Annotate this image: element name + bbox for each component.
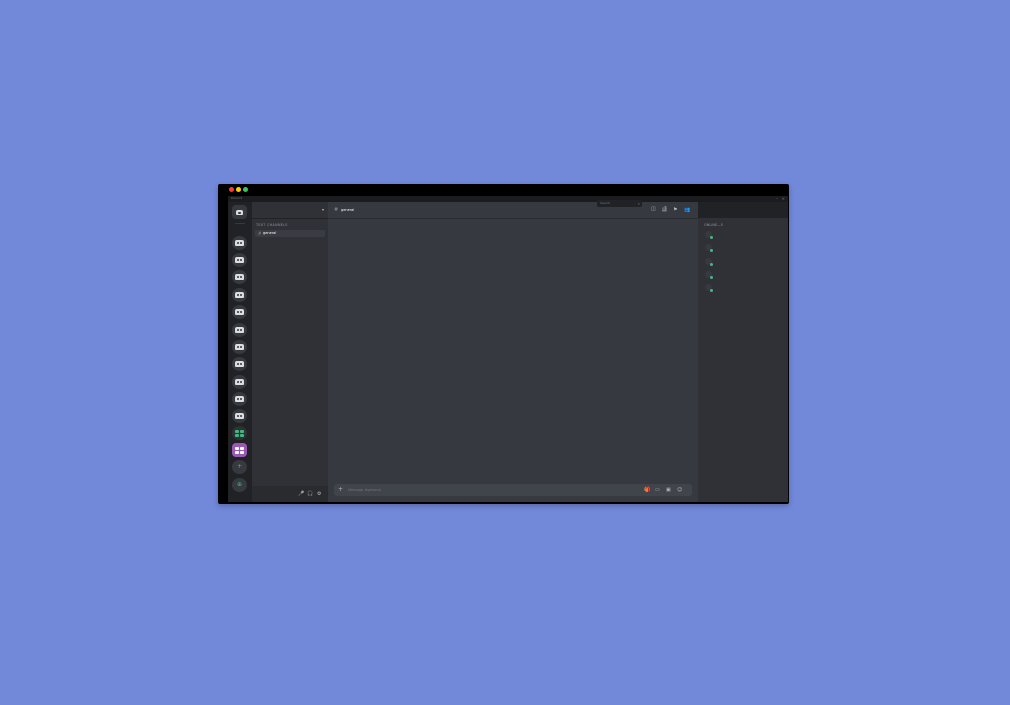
sticker-icon[interactable]: ▣ — [666, 486, 671, 494]
online-status-icon — [710, 289, 713, 292]
chat-area: # general ▤ ⚑ 👥 — [328, 202, 698, 502]
server-icon[interactable] — [232, 288, 247, 302]
user-panel: 🎤 🎧 ⚙ — [252, 486, 328, 502]
server-icon[interactable] — [232, 236, 247, 250]
minimize-icon[interactable]: – — [776, 196, 778, 201]
channel-title: general — [341, 208, 355, 212]
minimize-window-button[interactable] — [236, 187, 241, 192]
search-placeholder: Search — [600, 201, 611, 205]
rail-separator — [235, 223, 245, 224]
channel-sidebar: ▾ TEXT CHANNELS # general 🎤 🎧 ⚙ — [252, 202, 328, 502]
member-list-icon[interactable]: 👥 — [684, 207, 690, 213]
folder-grid-icon — [235, 429, 244, 437]
maximize-window-button[interactable] — [243, 187, 248, 192]
server-icon[interactable] — [232, 253, 247, 267]
add-server-button[interactable]: + — [232, 460, 247, 474]
server-header[interactable]: ▾ — [252, 202, 328, 219]
channel-item-general[interactable]: # general — [255, 230, 325, 237]
inbox-icon[interactable]: ◫ — [651, 206, 656, 212]
help-icon[interactable]: ? — [664, 206, 667, 212]
member-item[interactable] — [705, 244, 755, 253]
online-status-icon — [710, 263, 713, 266]
message-input[interactable]: Message #general — [348, 484, 381, 496]
emoji-icon[interactable]: ☺ — [677, 486, 682, 494]
server-icon[interactable] — [232, 392, 247, 406]
gift-icon[interactable]: 🎁 — [644, 486, 650, 494]
member-item[interactable] — [705, 284, 755, 293]
online-status-icon — [710, 276, 713, 279]
pinned-messages-icon[interactable]: ⚑ — [673, 207, 677, 213]
channel-name: general — [263, 231, 277, 235]
message-composer[interactable]: + Message #general 🎁 ▭ ▣ ☺ — [334, 484, 692, 496]
server-avatar-icon — [235, 292, 244, 298]
channel-category-label[interactable]: TEXT CHANNELS — [256, 223, 288, 227]
server-icon[interactable] — [232, 305, 247, 319]
server-icon[interactable] — [232, 375, 247, 389]
server-avatar-icon — [235, 240, 244, 246]
member-item[interactable] — [705, 231, 755, 240]
server-folder[interactable] — [232, 426, 247, 440]
server-avatar-icon — [235, 327, 244, 333]
server-avatar-icon — [235, 257, 244, 263]
chevron-down-icon[interactable]: ▾ — [322, 207, 324, 212]
server-avatar-icon — [235, 344, 244, 350]
server-folder[interactable] — [232, 443, 247, 457]
explore-servers-button[interactable]: ⊕ — [232, 478, 247, 492]
server-avatar-icon — [235, 361, 244, 367]
search-input[interactable]: Search ⌕ — [597, 200, 642, 207]
hash-icon: # — [258, 231, 262, 236]
server-icon[interactable] — [232, 409, 247, 423]
upload-plus-icon[interactable]: + — [338, 486, 343, 494]
discord-logo-icon — [236, 209, 243, 215]
server-avatar-icon — [235, 379, 244, 385]
search-icon: ⌕ — [637, 201, 640, 206]
server-icon[interactable] — [232, 357, 247, 371]
channel-header: # general ▤ ⚑ 👥 — [328, 202, 698, 219]
app-content: Discord – × + ⊕ ▾ TEXT CHANNELS # genera… — [228, 196, 788, 502]
server-icon[interactable] — [232, 323, 247, 337]
online-status-icon — [710, 249, 713, 252]
server-avatar-icon — [235, 413, 244, 419]
settings-gear-icon[interactable]: ⚙ — [317, 491, 321, 497]
server-icon[interactable] — [232, 270, 247, 284]
hash-icon: # — [334, 207, 339, 213]
headphones-icon[interactable]: 🎧 — [307, 491, 313, 497]
server-icon[interactable] — [232, 340, 247, 354]
server-avatar-icon — [235, 396, 244, 402]
server-rail: + ⊕ — [228, 202, 252, 502]
app-window: Discord – × + ⊕ ▾ TEXT CHANNELS # genera… — [218, 184, 789, 504]
folder-grid-icon — [235, 446, 244, 454]
member-item[interactable] — [705, 271, 755, 280]
close-icon[interactable]: × — [782, 196, 785, 201]
member-list: ONLINE—5 — [698, 218, 788, 502]
online-heading: ONLINE—5 — [704, 223, 723, 227]
online-status-icon — [710, 236, 713, 239]
app-title: Discord — [231, 196, 243, 200]
home-button[interactable] — [232, 205, 247, 219]
microphone-icon[interactable]: 🎤 — [298, 491, 304, 497]
member-item[interactable] — [705, 258, 755, 267]
gif-icon[interactable]: ▭ — [655, 486, 660, 494]
server-avatar-icon — [235, 309, 244, 315]
server-avatar-icon — [235, 274, 244, 280]
close-window-button[interactable] — [229, 187, 234, 192]
